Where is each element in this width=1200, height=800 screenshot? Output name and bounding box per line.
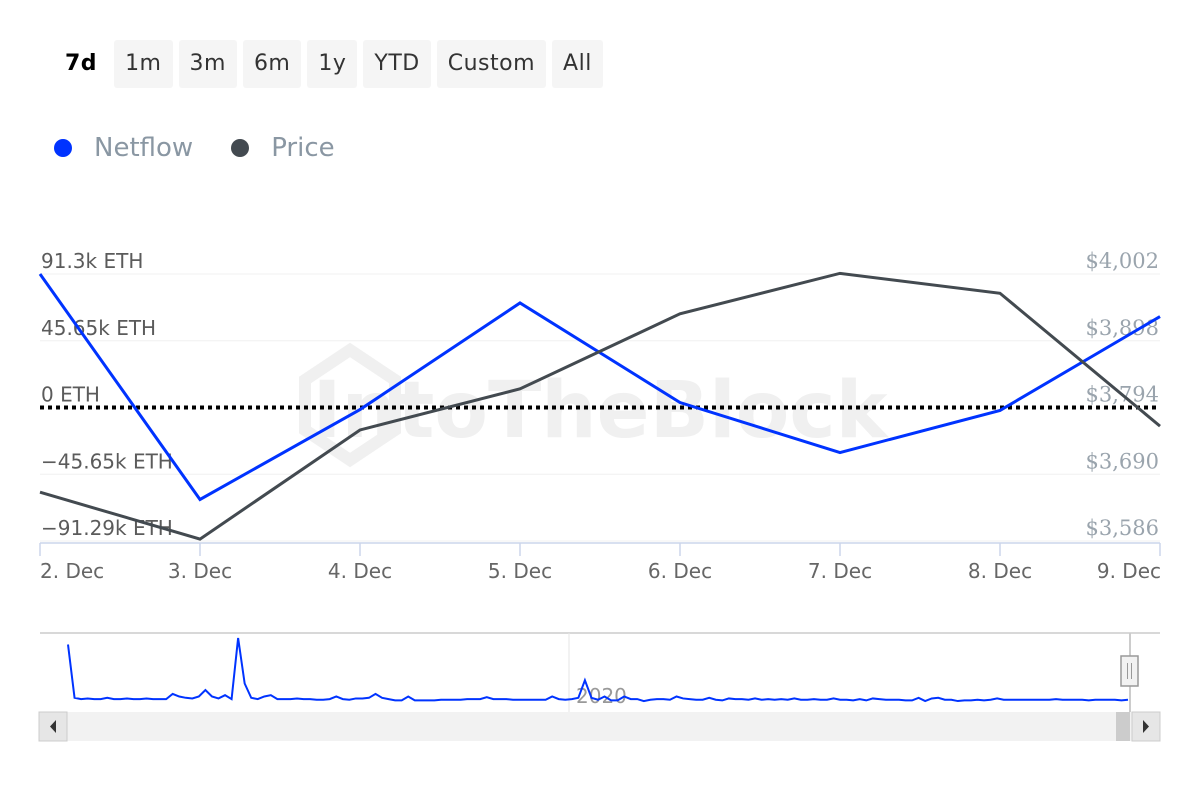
- navigator-year-label: 2020: [576, 684, 627, 708]
- x-tick-label: 3. Dec: [168, 559, 232, 583]
- x-tick-label: 6. Dec: [648, 559, 712, 583]
- scrollbar-thumb[interactable]: [1116, 712, 1130, 741]
- x-tick-label: 7. Dec: [808, 559, 872, 583]
- y-left-tick-label: 0 ETH: [41, 383, 100, 407]
- x-tick-label: 8. Dec: [968, 559, 1032, 583]
- y-right-tick-label: $3,586: [1086, 516, 1159, 540]
- navigator-handle[interactable]: [1120, 655, 1139, 687]
- netflow-price-chart: IntoTheBlock91.3k ETH45.65k ETH0 ETH−45.…: [38, 249, 1161, 742]
- y-left-tick-label: −91.29k ETH: [41, 516, 173, 540]
- y-right-tick-label: $3,690: [1086, 449, 1159, 473]
- x-tick-label: 4. Dec: [328, 559, 392, 583]
- x-tick-label: 9. Dec: [1097, 559, 1161, 583]
- y-left-tick-label: 91.3k ETH: [41, 249, 143, 273]
- y-left-tick-label: 45.65k ETH: [41, 316, 156, 340]
- y-left-tick-label: −45.65k ETH: [41, 449, 173, 473]
- y-right-tick-label: $4,002: [1086, 249, 1159, 273]
- scrollbar-track[interactable]: [39, 712, 1160, 741]
- x-tick-label: 5. Dec: [488, 559, 552, 583]
- y-right-tick-label: $3,898: [1086, 316, 1159, 340]
- x-tick-label: 2. Dec: [40, 559, 104, 583]
